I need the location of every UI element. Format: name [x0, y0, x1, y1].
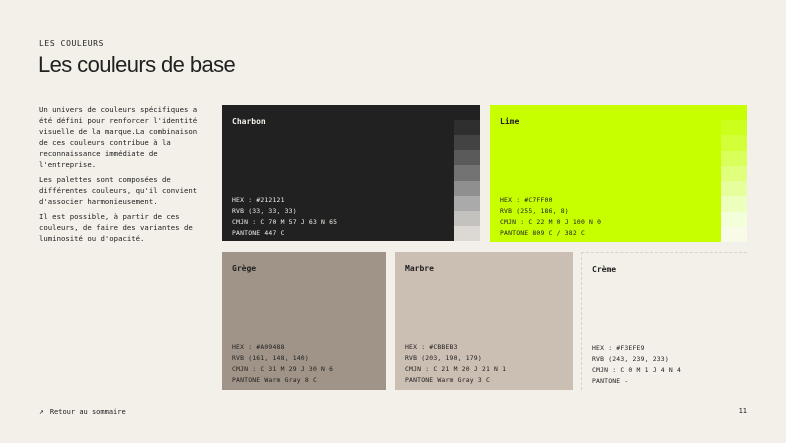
pantone-value: PANTONE Warm Gray 3 C [405, 376, 490, 384]
hex-value: HEX : #A09488 [232, 343, 285, 351]
hex-value: HEX : #212121 [232, 196, 285, 204]
color-card-lime: Lime HEX : #C7FF00 RVB (255, 186, 8) CMJ… [490, 105, 747, 242]
color-card-creme: Crème HEX : #F3EFE9 RVB (243, 239, 233) … [581, 252, 747, 390]
color-card-charbon: Charbon HEX : #212121 RVB (33, 33, 33) C… [222, 105, 480, 241]
page-number: 11 [738, 407, 747, 415]
cmjn-value: CMJN : C 21 M 20 J 21 N 1 [405, 365, 507, 373]
pantone-value: PANTONE 809 C / 382 C [500, 229, 585, 237]
cmjn-value: CMJN : C 0 M 1 J 4 N 4 [592, 366, 682, 374]
cmjn-value: CMJN : C 70 M 57 J 63 N 65 [232, 218, 338, 226]
color-card-grege: Grège HEX : #A09488 RVB (161, 148, 140) … [222, 252, 386, 390]
hex-value: HEX : #CBBEB3 [405, 343, 458, 351]
color-specs: HEX : #A09488 RVB (161, 148, 140) CMJN :… [232, 342, 333, 386]
hex-value: HEX : #C7FF00 [500, 196, 553, 204]
hex-value: HEX : #F3EFE9 [592, 344, 645, 352]
color-specs: HEX : #F3EFE9 RVB (243, 239, 233) CMJN :… [592, 343, 681, 387]
rvb-value: RVB (33, 33, 33) [232, 207, 297, 215]
rvb-value: RVB (161, 148, 140) [232, 354, 309, 362]
pantone-value: PANTONE 447 C [232, 229, 285, 237]
color-name: Marbre [405, 264, 434, 273]
back-to-summary-link[interactable]: ↗ Retour au sommaire [39, 407, 126, 416]
section-eyebrow: LES COULEURS [39, 39, 104, 48]
color-specs: HEX : #212121 RVB (33, 33, 33) CMJN : C … [232, 195, 337, 239]
shade-strip [721, 105, 747, 242]
back-to-summary-label: Retour au sommaire [49, 407, 126, 416]
intro-paragraph: Il est possible, à partir de ces couleur… [39, 212, 193, 243]
rvb-value: RVB (243, 239, 233) [592, 355, 669, 363]
rvb-value: RVB (255, 186, 8) [500, 207, 569, 215]
color-name: Lime [500, 117, 520, 126]
pantone-value: PANTONE Warm Gray 8 C [232, 376, 317, 384]
color-specs: HEX : #C7FF00 RVB (255, 186, 8) CMJN : C… [500, 195, 601, 239]
intro-paragraph: Un univers de couleurs spécifiques a été… [39, 105, 198, 169]
color-specs: HEX : #CBBEB3 RVB (203, 190, 179) CMJN :… [405, 342, 506, 386]
rvb-value: RVB (203, 190, 179) [405, 354, 482, 362]
color-name: Grège [232, 264, 257, 273]
cmjn-value: CMJN : C 22 M 0 J 100 N 0 [500, 218, 602, 226]
intro-text: Un univers de couleurs spécifiques a été… [39, 104, 199, 248]
pantone-value: PANTONE - [592, 377, 629, 385]
color-name: Charbon [232, 117, 266, 126]
page-title: Les couleurs de base [38, 52, 236, 77]
arrow-up-left-icon: ↗ [39, 407, 44, 416]
shade-strip [454, 105, 480, 241]
color-name: Crème [592, 265, 617, 274]
intro-paragraph: Les palettes sont composées de différent… [39, 175, 198, 206]
color-card-marbre: Marbre HEX : #CBBEB3 RVB (203, 190, 179)… [395, 252, 573, 390]
cmjn-value: CMJN : C 31 M 29 J 30 N 6 [232, 365, 334, 373]
